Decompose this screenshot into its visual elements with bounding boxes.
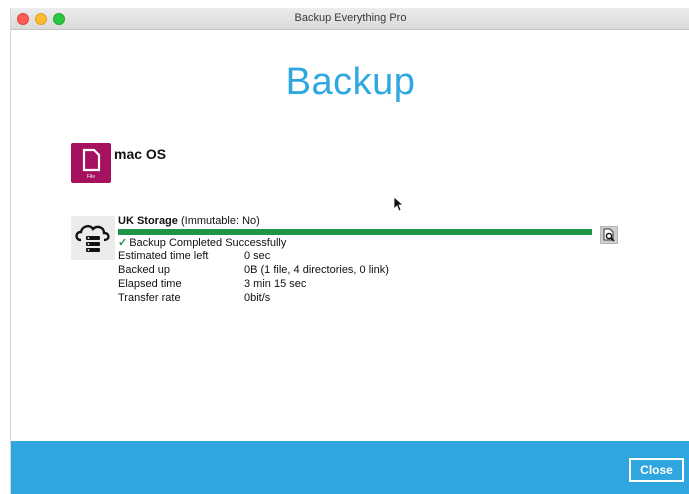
backup-details: Estimated time left 0 sec Backed up 0B (… xyxy=(118,249,389,305)
detail-label: Elapsed time xyxy=(118,278,182,290)
detail-row: Backed up 0B (1 file, 4 directories, 0 l… xyxy=(118,263,389,277)
detail-label: Backed up xyxy=(118,264,170,276)
magnifier-icon xyxy=(603,228,615,242)
checkmark-icon: ✓ xyxy=(118,237,128,249)
detail-row: Estimated time left 0 sec xyxy=(118,249,389,263)
detail-label: Estimated time left xyxy=(118,250,209,262)
window-title: Backup Everything Pro xyxy=(294,12,407,24)
close-button[interactable]: Close xyxy=(629,458,684,482)
backup-progress-bar xyxy=(118,229,592,235)
storage-immutable-flag: (Immutable: No) xyxy=(180,215,260,227)
file-icon: File xyxy=(71,143,111,183)
detail-value: 0 sec xyxy=(244,250,271,262)
page-title: Backup xyxy=(285,61,416,103)
storage-name: UK Storage xyxy=(118,215,178,227)
detail-row: Transfer rate 0bit/s xyxy=(118,291,389,305)
detail-value: 0B (1 file, 4 directories, 0 link) xyxy=(244,264,389,276)
detail-label: Transfer rate xyxy=(118,292,181,304)
file-icon-label: File xyxy=(87,174,95,180)
cloud-storage-icon xyxy=(71,216,115,260)
backup-status: ✓ Backup Completed Successfully xyxy=(118,236,286,249)
storage-destination-name: UK Storage (Immutable: No) xyxy=(118,215,260,227)
backup-progress-fill xyxy=(118,229,592,235)
footer-bar: Close xyxy=(11,441,689,494)
backup-source-name: mac OS xyxy=(114,146,167,162)
title-bar: Backup Everything Pro xyxy=(11,8,689,30)
app-window: Backup Everything Pro Backup File mac OS… xyxy=(10,8,689,494)
detail-value: 3 min 15 sec xyxy=(244,278,307,290)
view-log-button[interactable] xyxy=(600,226,618,244)
backup-status-text: Backup Completed Successfully xyxy=(129,237,287,249)
detail-value: 0bit/s xyxy=(244,292,271,304)
mouse-pointer-icon xyxy=(393,196,403,212)
detail-row: Elapsed time 3 min 15 sec xyxy=(118,277,389,291)
